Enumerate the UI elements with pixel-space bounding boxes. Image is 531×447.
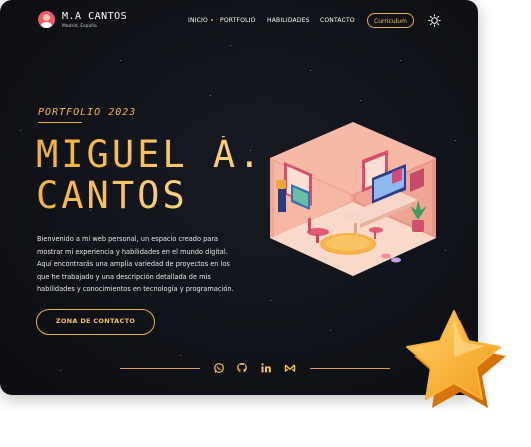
eyebrow-underline [38, 122, 82, 123]
social-divider-right [310, 368, 390, 369]
logo-name[interactable]: M.A CANTOS [62, 11, 127, 22]
isometric-room-illustration [270, 122, 436, 276]
portfolio-eyebrow: PORTFOLIO 2023 [38, 107, 137, 118]
github-icon[interactable] [236, 362, 248, 374]
contact-zone-button[interactable]: ZONA DE CONTACTO [36, 309, 155, 335]
nav-item-habilidades[interactable]: HABILIDADES [267, 17, 310, 24]
mail-icon[interactable] [284, 362, 296, 374]
nav-item-contacto[interactable]: CONTACTO [320, 17, 355, 24]
intro-line: que he trabajado y una descripción detal… [37, 272, 211, 281]
hero-title-line2: CANTOS [36, 174, 188, 217]
intro-line: mostrar mi experiencia y habilidades en … [37, 247, 228, 256]
star-decoration-icon [406, 310, 506, 408]
nav-item-portfolio[interactable]: PORTFOLIO [220, 17, 256, 24]
nav-item-inicio[interactable]: INICIO [188, 17, 208, 24]
curriculum-button[interactable]: Curriculum [367, 13, 414, 28]
intro-line: Aquí encontrarás una amplia variedad de … [37, 260, 230, 268]
social-divider-left [120, 368, 200, 369]
whatsapp-icon[interactable] [213, 362, 225, 374]
intro-paragraph: Bienvenido a mi web personal, un espacio… [37, 233, 247, 296]
logo-location: Madrid, España [62, 24, 97, 29]
nav-separator-dot [211, 19, 213, 21]
hero-title-line1: MIGUEL Á. [36, 133, 264, 176]
linkedin-icon[interactable] [260, 362, 272, 374]
sun-icon[interactable] [428, 14, 441, 27]
intro-line: Bienvenido a mi web personal, un espacio… [37, 235, 219, 243]
intro-line: habilidades y conocimientos en tecnologí… [37, 285, 234, 293]
logo-avatar[interactable] [38, 11, 55, 28]
